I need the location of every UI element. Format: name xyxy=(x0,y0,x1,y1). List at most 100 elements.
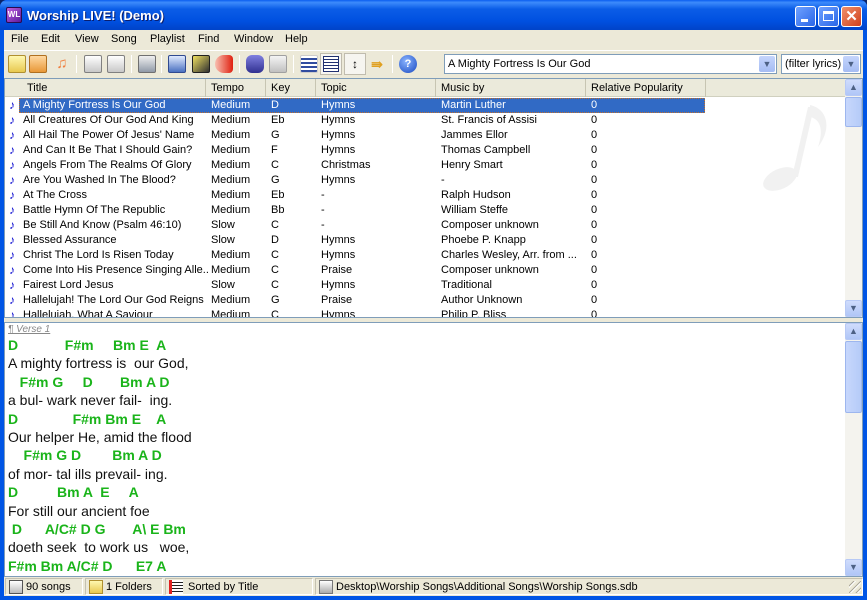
song-row[interactable]: ♪ Christ The Lord Is Risen Today Medium C Hy… xyxy=(5,248,845,263)
chevron-down-icon[interactable]: ▼ xyxy=(759,56,775,72)
cell-tempo: Medium xyxy=(211,129,251,141)
song-row[interactable]: ♪ Are You Washed In The Blood? Medium G Hymn… xyxy=(5,173,845,188)
cell-music: St. Francis of Assisi xyxy=(441,114,537,126)
scroll-thumb[interactable] xyxy=(845,97,862,127)
song-select[interactable]: A Mighty Fortress Is Our God ▼ xyxy=(444,54,777,74)
minimize-button[interactable] xyxy=(795,6,816,27)
column-header-topic[interactable]: Topic xyxy=(316,79,436,97)
music-note-icon: ♪ xyxy=(9,278,15,292)
song-row[interactable]: ♪ All Hail The Power Of Jesus' Name Medium… xyxy=(5,128,845,143)
menu-view[interactable]: View xyxy=(75,33,99,45)
new-song-icon[interactable] xyxy=(84,55,102,73)
cell-title: Be Still And Know (Psalm 46:10) xyxy=(23,219,182,231)
cell-title: And Can It Be That I Should Gain? xyxy=(23,144,193,156)
cell-topic: Christmas xyxy=(321,159,371,171)
resize-button[interactable]: ↕ xyxy=(344,53,366,75)
cell-pop: 0 xyxy=(591,279,598,291)
cell-title: A Mighty Fortress Is Our God xyxy=(23,99,166,111)
song-select-value: A Mighty Fortress Is Our God xyxy=(448,58,591,70)
cell-topic: - xyxy=(321,219,325,231)
scroll-down-icon[interactable]: ▼ xyxy=(845,559,862,576)
column-header-title[interactable]: Title xyxy=(5,79,206,97)
tools-icon[interactable] xyxy=(269,55,287,73)
song-row[interactable]: ♪ All Creatures Of Our God And King Medium… xyxy=(5,113,845,128)
cell-key: C xyxy=(271,159,279,171)
filter-lyrics-value: (filter lyrics) xyxy=(785,58,842,70)
scroll-up-icon[interactable]: ▲ xyxy=(845,323,862,340)
cell-title: Fairest Lord Jesus xyxy=(23,279,114,291)
menu-window[interactable]: Window xyxy=(234,33,273,45)
song-row[interactable]: ♪ Hallelujah! The Lord Our God Reigns Medi… xyxy=(5,293,845,308)
filter-lyrics-select[interactable]: (filter lyrics) ▼ xyxy=(781,54,861,74)
resize-grip[interactable] xyxy=(849,581,861,593)
song-list-scrollbar[interactable]: ▲ ▼ xyxy=(845,79,862,317)
open-folder-icon[interactable] xyxy=(8,55,26,73)
chord-line: F#m G D Bm A D xyxy=(8,447,162,464)
song-row[interactable]: ♪ Be Still And Know (Psalm 46:10) Slow C - Co… xyxy=(5,218,845,233)
cell-music: Author Unknown xyxy=(441,294,523,306)
cell-tempo: Medium xyxy=(211,264,251,276)
binoculars-icon[interactable] xyxy=(246,55,264,73)
open-folders-icon[interactable] xyxy=(29,55,47,73)
scroll-thumb[interactable] xyxy=(845,341,862,413)
cell-title: Hallelujah! The Lord Our God Reigns xyxy=(23,294,204,306)
status-sort: Sorted by Title xyxy=(165,578,313,595)
song-row[interactable]: ♪ And Can It Be That I Should Gain? Medium… xyxy=(5,143,845,158)
menu-playlist[interactable]: Playlist xyxy=(150,33,185,45)
list-view-icon[interactable] xyxy=(300,55,318,73)
path-label: Desktop\Worship Songs\Additional Songs\W… xyxy=(336,581,638,593)
title-bar[interactable]: WL Worship LIVE! (Demo) ✕ xyxy=(0,0,867,30)
cell-topic: Hymns xyxy=(321,144,356,156)
music-file-icon[interactable]: ♫ xyxy=(53,55,71,73)
lyrics-scrollbar[interactable]: ▲ ▼ xyxy=(845,323,862,576)
check-icon[interactable] xyxy=(168,55,186,73)
cell-title: Are You Washed In The Blood? xyxy=(23,174,176,186)
menu-help[interactable]: Help xyxy=(285,33,308,45)
song-row[interactable]: ♪ A Mighty Fortress Is Our God Medium D Hymn… xyxy=(5,98,845,113)
column-header-key[interactable]: Key xyxy=(266,79,316,97)
music-note-icon: ♪ xyxy=(9,128,15,142)
menu-edit[interactable]: Edit xyxy=(41,33,60,45)
menu-file[interactable]: File xyxy=(11,33,29,45)
cell-pop: 0 xyxy=(591,114,598,126)
add-song-icon[interactable] xyxy=(107,55,125,73)
song-row[interactable]: ♪ Fairest Lord Jesus Slow C Hymns Traditional… xyxy=(5,278,845,293)
song-rows: ♪ A Mighty Fortress Is Our God Medium D Hymn… xyxy=(5,98,845,318)
cell-key: C xyxy=(271,309,279,318)
column-header-popularity[interactable]: Relative Popularity xyxy=(586,79,706,97)
cell-tempo: Medium xyxy=(211,144,251,156)
cell-title: Come Into His Presence Singing Alle... xyxy=(23,264,208,276)
close-button[interactable]: ✕ xyxy=(841,6,862,27)
cell-pop: 0 xyxy=(591,219,598,231)
status-folders: 1 Folders xyxy=(85,578,163,595)
column-popularity-label: Relative Popularity xyxy=(591,82,683,94)
arrow-right-icon[interactable]: ⇛ xyxy=(368,55,386,73)
scroll-up-icon[interactable]: ▲ xyxy=(845,79,862,96)
lyric-line: doeth seek to work us woe, xyxy=(8,539,190,556)
maximize-button[interactable] xyxy=(818,6,839,27)
song-row[interactable]: ♪ Battle Hymn Of The Republic Medium Bb - Wil… xyxy=(5,203,845,218)
chord-line: D A/C# D G A\ E Bm xyxy=(8,521,186,537)
chevron-down-icon[interactable]: ▼ xyxy=(843,56,859,72)
detail-view-button[interactable] xyxy=(320,53,342,75)
song-row[interactable]: ♪ Angels From The Realms Of Glory Medium C C… xyxy=(5,158,845,173)
column-header-tempo[interactable]: Tempo xyxy=(206,79,266,97)
cell-pop: 0 xyxy=(591,174,598,186)
column-header-music-by[interactable]: Music by xyxy=(436,79,586,97)
song-row[interactable]: ♪ Blessed Assurance Slow D Hymns Phoebe P. Kn… xyxy=(5,233,845,248)
chord-line: F#m G D Bm A D xyxy=(8,373,170,390)
lyric-line: Our helper He, amid the flood xyxy=(8,429,192,445)
cell-key: D xyxy=(271,99,279,111)
menu-song[interactable]: Song xyxy=(111,33,137,45)
megaphone-icon[interactable] xyxy=(215,55,233,73)
database-file-icon xyxy=(319,580,333,594)
song-row[interactable]: ♪ At The Cross Medium Eb - Ralph Hudson 0 xyxy=(5,188,845,203)
song-row[interactable]: ♪ Come Into His Presence Singing Alle... M… xyxy=(5,263,845,278)
scroll-down-icon[interactable]: ▼ xyxy=(845,300,862,317)
song-row[interactable]: ♪ Hallelujah, What A Saviour Medium C Hymns P… xyxy=(5,308,845,318)
book-icon[interactable] xyxy=(192,55,210,73)
menu-find[interactable]: Find xyxy=(198,33,219,45)
print-icon[interactable] xyxy=(138,55,156,73)
cell-topic: Hymns xyxy=(321,99,356,111)
help-icon[interactable]: ? xyxy=(399,55,417,73)
